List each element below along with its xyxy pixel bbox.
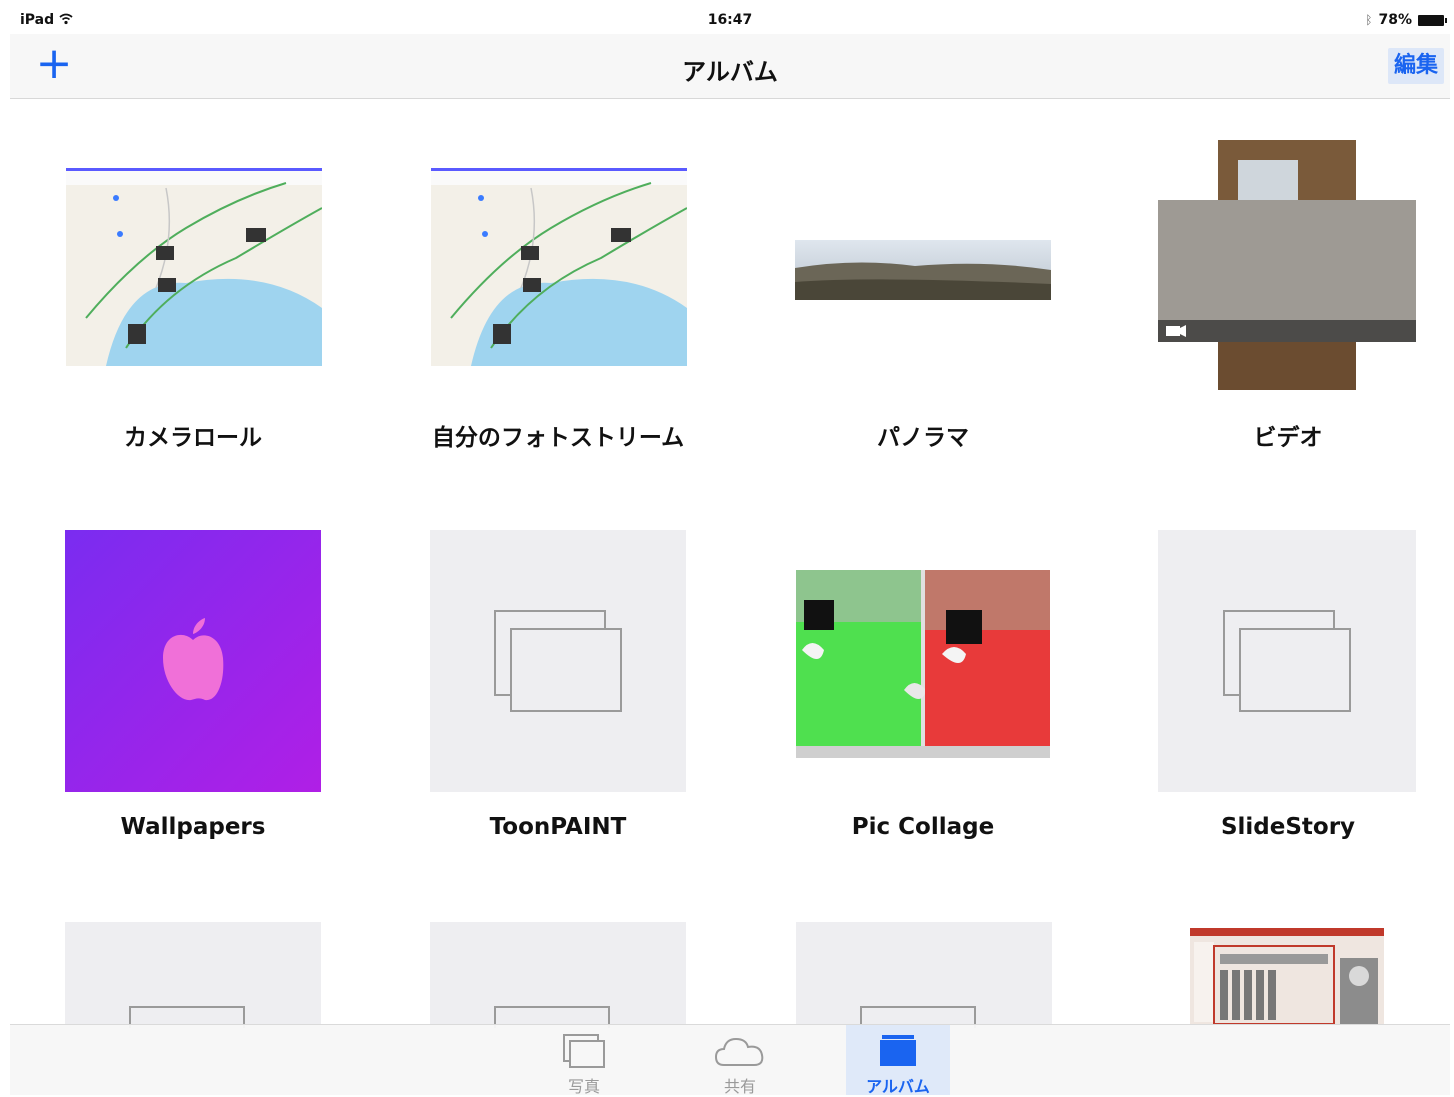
nav-bar: + アルバム 編集 xyxy=(10,34,1450,99)
album-title: パノラマ xyxy=(877,425,969,451)
album-partial[interactable] xyxy=(430,922,686,1028)
collage-thumbnail xyxy=(796,570,1050,758)
album-toonpaint[interactable]: ToonPAINT xyxy=(393,530,723,850)
empty-album-icon xyxy=(1223,610,1351,712)
album-thumbnail-box xyxy=(28,140,358,400)
battery-percent: 78% xyxy=(1378,12,1412,28)
album-slidestory[interactable]: SlideStory xyxy=(1123,530,1453,850)
album-thumbnail-box xyxy=(758,140,1088,400)
empty-album-icon xyxy=(494,610,622,712)
albums-icon xyxy=(880,1035,916,1066)
album-wallpapers[interactable]: Wallpapers xyxy=(28,530,358,850)
album-my-photo-stream[interactable]: 自分のフォトストリーム xyxy=(393,140,723,460)
album-partial[interactable] xyxy=(65,922,321,1028)
map-thumbnail xyxy=(431,168,687,366)
status-right: ᛒ 78% xyxy=(1365,12,1447,28)
map-thumbnail xyxy=(66,168,322,366)
album-partial[interactable] xyxy=(796,922,1052,1028)
album-placeholder xyxy=(430,530,686,792)
album-panorama[interactable]: パノラマ xyxy=(758,140,1088,460)
album-title: ToonPAINT xyxy=(489,814,627,840)
tab-shared[interactable]: 共有 xyxy=(688,1025,792,1096)
video-thumbnail xyxy=(1158,140,1416,390)
edit-button[interactable]: 編集 xyxy=(1388,48,1444,84)
page-title: アルバム xyxy=(682,58,778,86)
album-title: カメラロール xyxy=(124,425,262,451)
battery-icon xyxy=(1418,14,1447,26)
album-video[interactable]: ビデオ xyxy=(1123,140,1453,460)
album-partial[interactable] xyxy=(1190,928,1384,1024)
wallpaper-thumbnail xyxy=(65,530,321,792)
tab-label: 共有 xyxy=(723,1077,756,1096)
status-bar: iPad 16:47 ᛒ 78% xyxy=(10,8,1450,34)
album-title: Pic Collage xyxy=(851,814,995,840)
album-camera-roll[interactable]: カメラロール xyxy=(28,140,358,460)
newspaper-thumbnail xyxy=(1190,928,1384,1024)
cloud-icon xyxy=(714,1037,764,1066)
tab-photos[interactable]: 写真 xyxy=(532,1025,636,1096)
album-placeholder xyxy=(65,922,321,1028)
bluetooth-icon: ᛒ xyxy=(1365,13,1373,27)
album-thumbnail-box xyxy=(393,140,723,400)
album-placeholder xyxy=(1158,530,1416,792)
album-pic-collage[interactable]: Pic Collage xyxy=(758,530,1088,850)
tab-label: 写真 xyxy=(567,1077,600,1096)
panorama-thumbnail xyxy=(795,240,1051,300)
status-time: 16:47 xyxy=(707,12,753,28)
album-thumbnail-box xyxy=(1123,140,1453,400)
tab-bar: 写真 共有 アルバム xyxy=(10,1024,1450,1096)
tab-albums[interactable]: アルバム xyxy=(846,1025,950,1096)
album-thumbnail-box xyxy=(758,530,1088,790)
album-title: 自分のフォトストリーム xyxy=(431,425,685,451)
album-title: SlideStory xyxy=(1220,814,1356,840)
photos-icon xyxy=(563,1034,605,1068)
album-title: Wallpapers xyxy=(120,814,266,840)
album-thumbnail-box xyxy=(28,530,358,792)
album-placeholder xyxy=(796,922,1052,1028)
tab-label: アルバム xyxy=(866,1077,930,1096)
album-title: ビデオ xyxy=(1253,425,1323,451)
album-placeholder xyxy=(430,922,686,1028)
